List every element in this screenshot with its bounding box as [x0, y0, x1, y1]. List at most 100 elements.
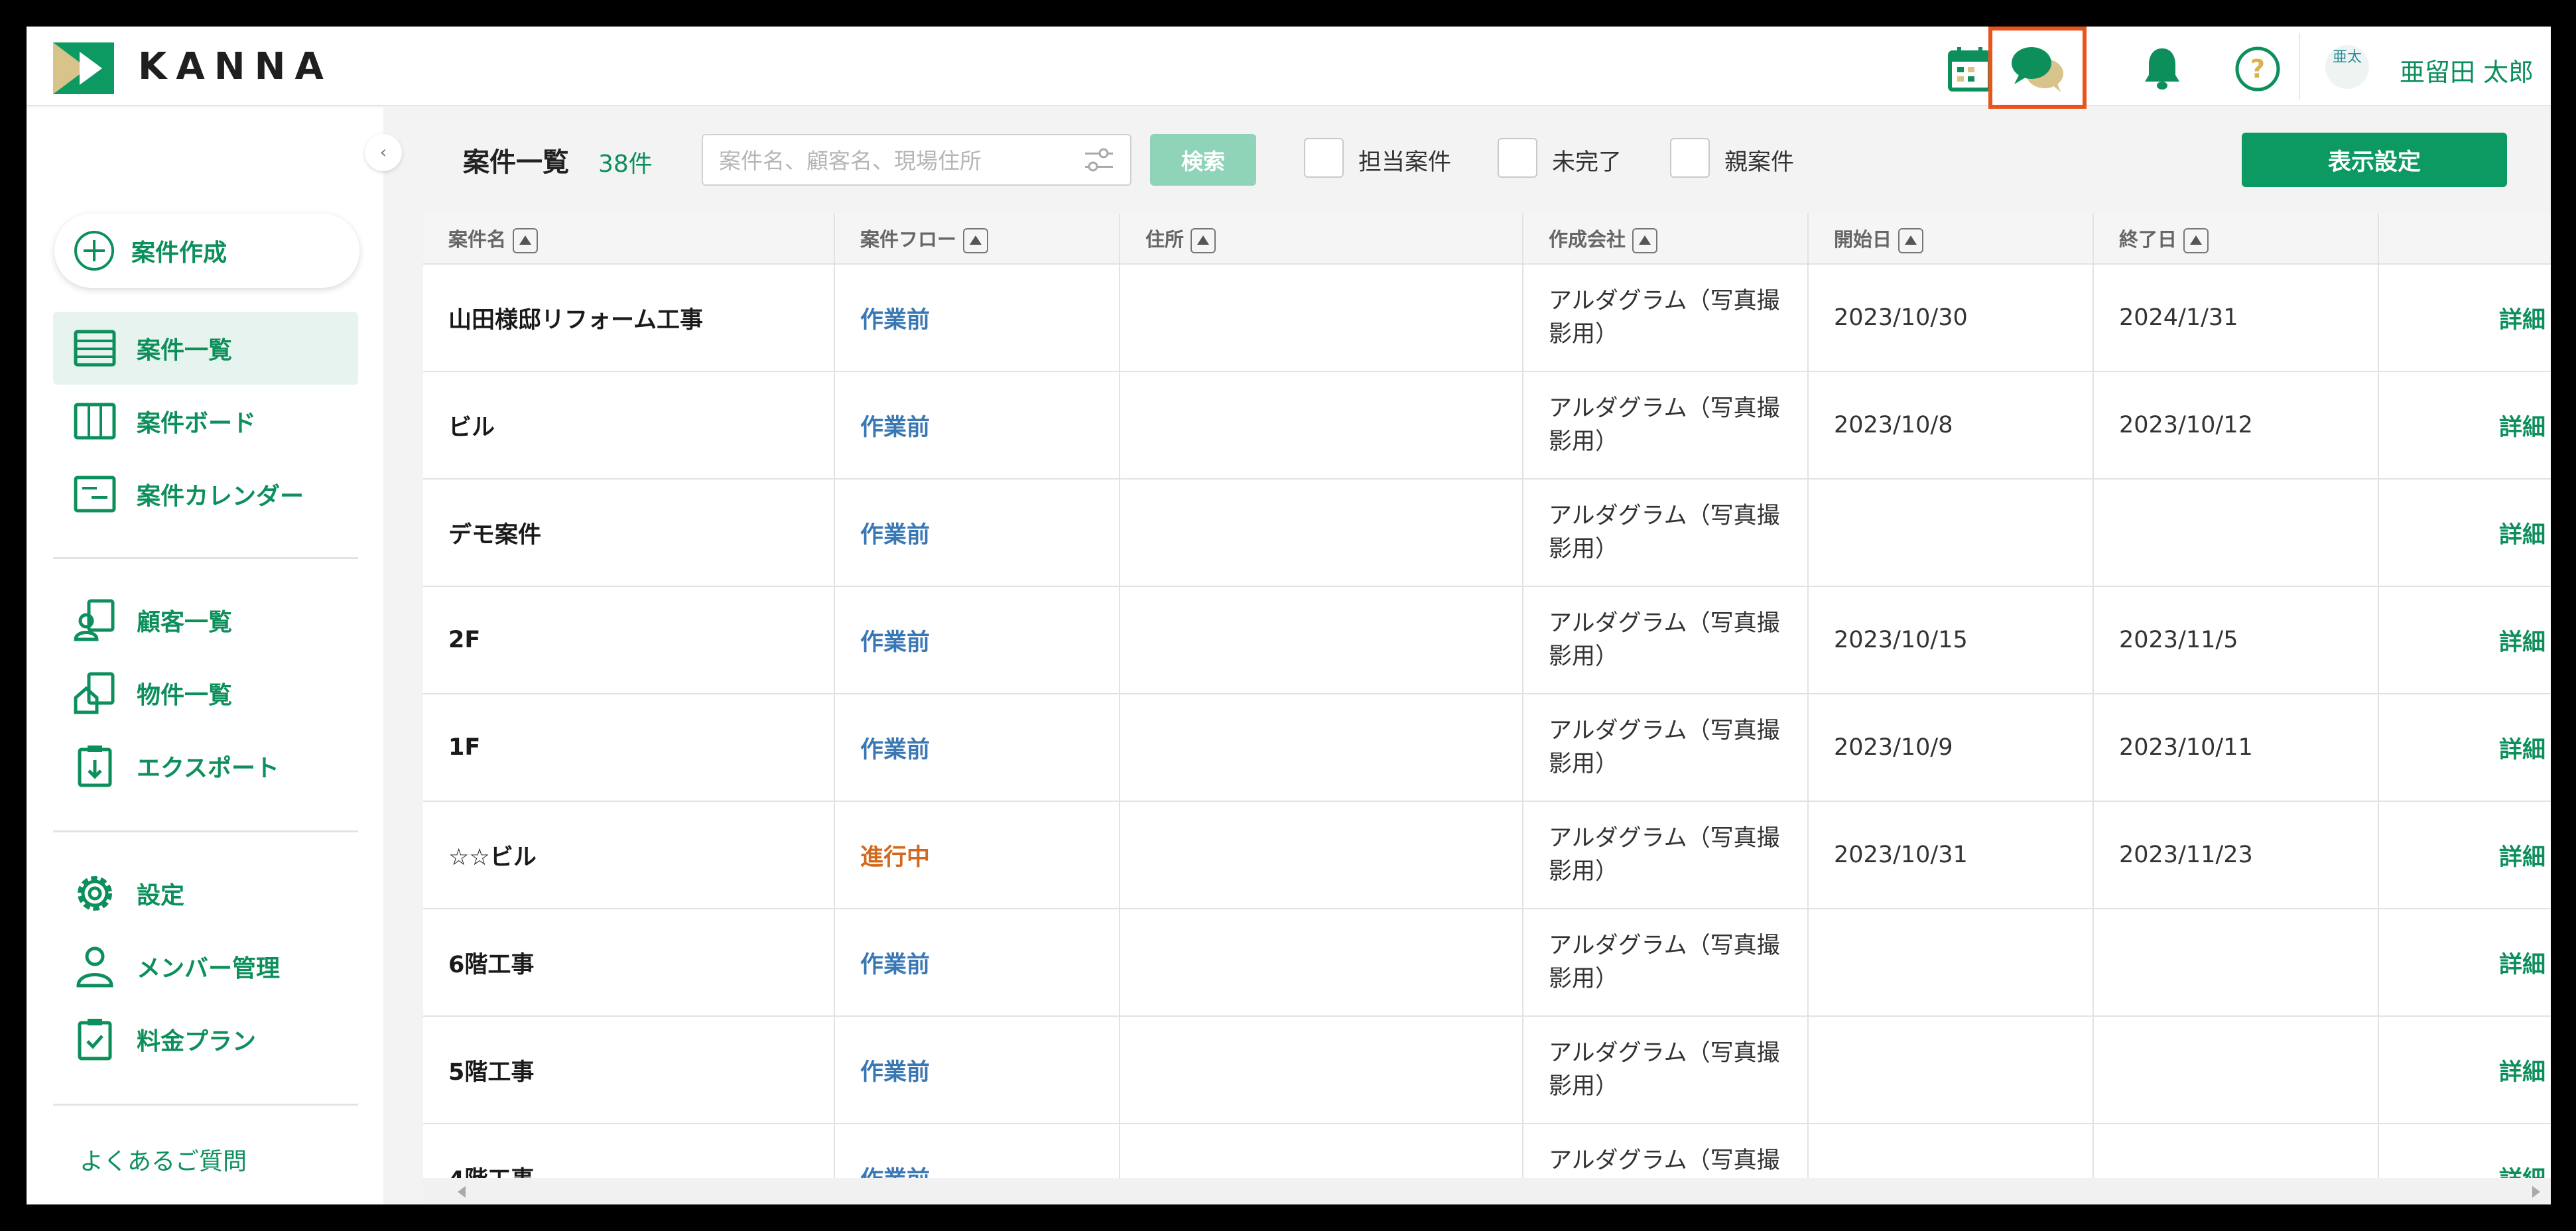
column-header-flow[interactable]: 案件フロー	[834, 214, 1120, 265]
sidebar-item-label: 案件カレンダー	[137, 483, 304, 510]
horizontal-scrollbar[interactable]	[423, 1178, 2551, 1204]
project-name[interactable]: 山田様邸リフォーム工事	[423, 264, 835, 372]
sidebar-item-settings[interactable]: 設定	[53, 857, 358, 930]
sidebar-divider	[53, 557, 358, 559]
sidebar-divider	[53, 830, 358, 832]
column-header-end[interactable]: 終了日	[2093, 214, 2379, 265]
detail-link[interactable]: 詳細	[2378, 801, 2551, 909]
project-address	[1120, 801, 1523, 909]
table-row[interactable]: 2F 作業前 アルダグラム（写真撮影用） 2023/10/15 2023/11/…	[423, 586, 2551, 694]
calendar-view-icon	[74, 476, 116, 513]
faq-link[interactable]: よくあるご質問	[80, 1142, 247, 1177]
column-header-label: 終了日	[2119, 227, 2177, 251]
chat-icon[interactable]	[2007, 38, 2068, 99]
sidebar-item-label: 顧客一覧	[137, 609, 233, 636]
project-address	[1120, 371, 1523, 480]
sort-icon[interactable]	[2183, 227, 2209, 253]
sort-icon[interactable]	[963, 227, 989, 253]
page-title: 案件一覧	[463, 147, 569, 178]
detail-link[interactable]: 詳細	[2378, 694, 2551, 802]
table-row[interactable]: 5階工事 作業前 アルダグラム（写真撮影用） 詳細	[423, 1016, 2551, 1124]
filter-sliders-icon[interactable]	[1084, 146, 1114, 175]
sidebar-item-export[interactable]: エクスポート	[53, 730, 358, 803]
project-address	[1120, 264, 1523, 372]
sort-icon[interactable]	[1191, 227, 1216, 253]
detail-link[interactable]: 詳細	[2378, 909, 2551, 1017]
app-window: KANNA ? 亜太 亜留田 太郎 案件作成 案件一覧 案件ボード 案件カレンダ…	[27, 27, 2551, 1204]
project-name[interactable]: 1F	[423, 694, 835, 802]
user-avatar[interactable]: 亜太	[2325, 45, 2369, 89]
sidebar-item-label: 物件一覧	[137, 682, 233, 709]
incomplete-checkbox[interactable]	[1498, 138, 1537, 178]
project-flow: 作業前	[834, 479, 1120, 587]
detail-link[interactable]: 詳細	[2378, 479, 2551, 587]
project-company: アルダグラム（写真撮影用）	[1523, 1124, 1809, 1178]
detail-link[interactable]: 詳細	[2378, 1124, 2551, 1178]
collapse-sidebar-button[interactable]: ‹	[365, 134, 402, 171]
sort-icon[interactable]	[513, 227, 539, 253]
table-row[interactable]: 6階工事 作業前 アルダグラム（写真撮影用） 詳細	[423, 909, 2551, 1017]
project-name[interactable]: 2F	[423, 586, 835, 694]
project-end-date: 2023/11/23	[2093, 801, 2379, 909]
project-name[interactable]: デモ案件	[423, 479, 835, 587]
svg-text:?: ?	[2250, 54, 2265, 84]
table-row[interactable]: デモ案件 作業前 アルダグラム（写真撮影用） 詳細	[423, 479, 2551, 587]
table-row[interactable]: 山田様邸リフォーム工事 作業前 アルダグラム（写真撮影用） 2023/10/30…	[423, 264, 2551, 372]
display-settings-button[interactable]: 表示設定	[2242, 133, 2507, 187]
how-to-link[interactable]: KANNAの使い方	[80, 1198, 259, 1204]
column-header-label: 住所	[1145, 227, 1185, 251]
parent-projects-checkbox[interactable]	[1670, 138, 1710, 178]
table-row[interactable]: ビル 作業前 アルダグラム（写真撮影用） 2023/10/8 2023/10/1…	[423, 371, 2551, 480]
incomplete-label: 未完了	[1552, 149, 1622, 176]
project-name[interactable]: 5階工事	[423, 1016, 835, 1124]
plus-circle-icon	[74, 231, 114, 271]
column-header-company[interactable]: 作成会社	[1523, 214, 1809, 265]
create-project-button[interactable]: 案件作成	[54, 214, 359, 288]
scroll-right-icon[interactable]	[2532, 1186, 2540, 1198]
project-name[interactable]: 4階工事	[423, 1124, 835, 1178]
column-header-address[interactable]: 住所	[1120, 214, 1523, 265]
parent-projects-label: 親案件	[1724, 149, 1795, 176]
export-icon	[78, 745, 112, 787]
table-row[interactable]: ☆☆ビル 進行中 アルダグラム（写真撮影用） 2023/10/31 2023/1…	[423, 801, 2551, 909]
detail-link[interactable]: 詳細	[2378, 1016, 2551, 1124]
scroll-left-icon[interactable]	[458, 1186, 466, 1198]
sidebar-item-project-calendar[interactable]: 案件カレンダー	[53, 458, 358, 531]
top-header: KANNA ? 亜太 亜留田 太郎	[27, 27, 2551, 109]
column-header-start[interactable]: 開始日	[1808, 214, 2094, 265]
column-header-name[interactable]: 案件名	[423, 214, 835, 265]
user-name[interactable]: 亜留田 太郎	[2400, 52, 2534, 88]
kanna-logo-icon[interactable]	[53, 42, 114, 94]
project-name[interactable]: 6階工事	[423, 909, 835, 1017]
project-company: アルダグラム（写真撮影用）	[1523, 371, 1809, 480]
help-icon[interactable]: ?	[2227, 38, 2288, 99]
detail-link[interactable]: 詳細	[2378, 371, 2551, 480]
table-row[interactable]: 4階工事 作業前 アルダグラム（写真撮影用） 詳細	[423, 1124, 2551, 1178]
search-button[interactable]: 検索	[1150, 134, 1256, 186]
search-input[interactable]	[719, 145, 1064, 176]
project-table-container: 案件名 案件フロー 住所 作成会社 開始日 終了日 山田様邸リフォーム工事 作業…	[423, 214, 2551, 1178]
detail-link[interactable]: 詳細	[2378, 586, 2551, 694]
detail-link[interactable]: 詳細	[2378, 264, 2551, 372]
project-name[interactable]: ☆☆ビル	[423, 801, 835, 909]
sidebar-item-properties[interactable]: 物件一覧	[53, 657, 358, 730]
sort-icon[interactable]	[1898, 227, 1924, 253]
sidebar-item-project-list[interactable]: 案件一覧	[53, 312, 358, 385]
sidebar-item-label: メンバー管理	[137, 955, 281, 982]
project-start-date	[1808, 1016, 2094, 1124]
sidebar-item-pricing[interactable]: 料金プラン	[53, 1003, 358, 1076]
assigned-projects-checkbox[interactable]	[1304, 138, 1344, 178]
sort-icon[interactable]	[1632, 227, 1658, 253]
project-flow: 作業前	[834, 1016, 1120, 1124]
project-address	[1120, 694, 1523, 802]
project-flow: 作業前	[834, 264, 1120, 372]
bell-icon[interactable]	[2132, 38, 2193, 99]
table-row[interactable]: 1F 作業前 アルダグラム（写真撮影用） 2023/10/9 2023/10/1…	[423, 694, 2551, 802]
sidebar-item-project-board[interactable]: 案件ボード	[53, 385, 358, 458]
plan-icon	[78, 1019, 112, 1061]
project-table: 案件名 案件フロー 住所 作成会社 開始日 終了日 山田様邸リフォーム工事 作業…	[423, 214, 2551, 1178]
column-header-label: 開始日	[1834, 227, 1892, 251]
project-name[interactable]: ビル	[423, 371, 835, 480]
sidebar-item-customers[interactable]: 顧客一覧	[53, 584, 358, 657]
sidebar-item-members[interactable]: メンバー管理	[53, 930, 358, 1003]
